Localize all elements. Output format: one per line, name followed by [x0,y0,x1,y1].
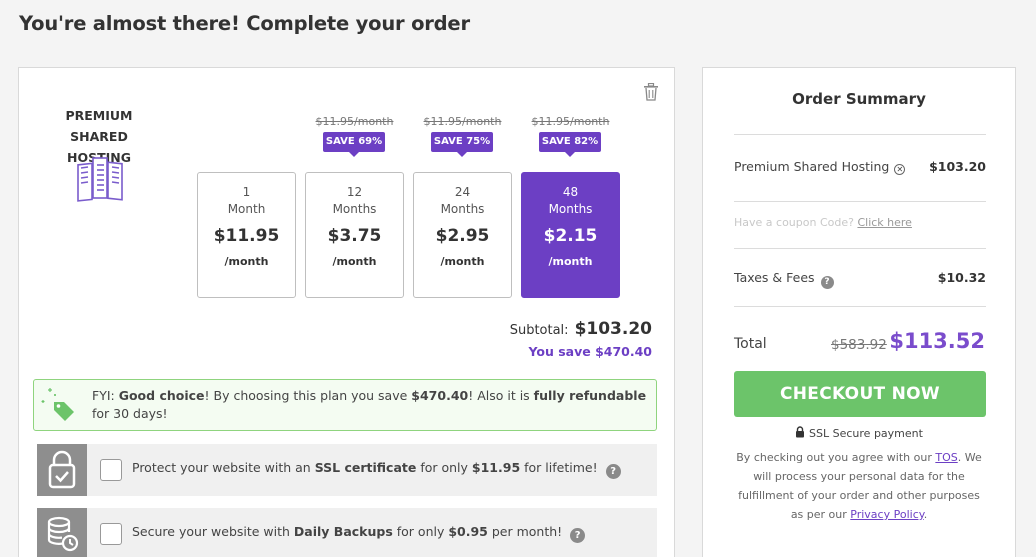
save-badge-12: SAVE 69% [323,132,385,157]
page-title: You're almost there! Complete your order [19,12,470,35]
upsell-backups: Secure your website with Daily Backups f… [37,508,657,557]
total-value: $113.52 [889,329,985,353]
coupon-link[interactable]: Click here [857,216,912,229]
term-unit: Month [227,202,266,216]
upsell-text-bold: SSL certificate [314,460,417,475]
term-unit: Months [332,202,377,216]
fyi-text-part: ! By choosing this plan you save [204,388,412,403]
fyi-text-part: ! Also it is [468,388,534,403]
upsell-ssl-text: Protect your website with an SSL certifi… [132,460,621,479]
subtotal-label: Subtotal: [509,323,569,338]
help-icon[interactable]: ? [820,276,834,289]
legal-text: By checking out you agree with our TOS. … [731,448,987,524]
coupon-text: Have a coupon Code? [734,216,854,229]
trash-icon[interactable] [643,83,659,101]
backups-checkbox[interactable] [100,523,122,545]
taxes-value: $10.32 [937,270,986,285]
you-save: You save $470.40 [528,344,652,359]
save-badge-48: SAVE 82% [539,132,601,157]
upsell-text-part: for only [392,524,449,539]
term-option-24-months[interactable]: 24 Months $2.95 /month [413,172,512,298]
divider [734,201,986,202]
plan-card: PREMIUM SHARED HOSTING $11.95/month $11.… [18,67,675,557]
term-per: /month [332,255,377,268]
term-per: /month [440,255,485,268]
upsell-text-part: per month! [487,524,563,539]
fyi-text-bold: Good choice [118,388,205,403]
term-per: /month [548,255,593,268]
tos-link[interactable]: TOS [935,451,957,464]
summary-item-value: $103.20 [929,159,986,174]
fyi-banner: FYI: Good choice! By choosing this plan … [33,379,657,431]
term-unit: Months [548,202,593,216]
term-length: 48 [562,185,579,199]
upsell-text-part: for only [416,460,472,475]
term-price: $3.75 [327,226,382,246]
upsell-text-part: for lifetime! [520,460,598,475]
term-length: 12 [346,185,363,199]
upsell-backups-text: Secure your website with Daily Backups f… [132,524,586,543]
subtotal: Subtotal: $103.20 [510,319,652,339]
fyi-text-bold: $470.40 [411,388,469,403]
upsell-ssl: Protect your website with an SSL certifi… [37,444,657,496]
help-icon[interactable]: ? [605,464,621,479]
ssl-label: SSL Secure payment [809,427,923,440]
subtotal-value: $103.20 [574,319,652,339]
price-tag-icon [41,388,74,421]
fyi-text-part: FYI: [92,388,119,403]
term-price: $11.95 [213,226,280,246]
original-price-12: $11.95/month [315,115,394,128]
taxes-label: Taxes & Fees [734,270,815,285]
term-price: $2.95 [435,226,490,246]
order-summary: Order Summary Premium Shared Hosting ✕ $1… [702,67,1016,557]
checkout-button[interactable]: CHECKOUT NOW [734,371,986,417]
divider [734,134,986,135]
taxes-row: Taxes & Fees? $10.32 [734,270,986,289]
ssl-secure: SSL Secure payment [703,426,1015,440]
fyi-text: FYI: Good choice! By choosing this plan … [92,387,648,423]
fyi-text-part: for 30 days! [92,406,168,421]
total-label: Total [734,336,767,352]
divider [734,248,986,249]
legal-text-part: . [923,508,928,521]
remove-item-icon[interactable]: ✕ [894,164,906,175]
total-original: $583.92 [831,337,887,353]
upsell-ssl-icon-box [37,444,87,496]
original-price-24: $11.95/month [423,115,502,128]
privacy-policy-link[interactable]: Privacy Policy [850,508,923,521]
padlock-check-icon [48,450,76,489]
term-option-48-months[interactable]: 48 Months $2.15 /month [521,172,620,298]
divider [734,306,986,307]
legal-text-part: By checking out you agree with our [736,451,936,464]
upsell-text-part: Secure your website with [132,524,294,539]
lock-icon [796,426,805,438]
help-icon[interactable]: ? [570,528,586,543]
original-price-48: $11.95/month [531,115,610,128]
term-length: 1 [242,185,251,199]
upsell-text-bold: $11.95 [471,460,521,475]
term-per: /month [224,255,269,268]
term-length: 24 [454,185,471,199]
upsell-text-bold: $0.95 [448,524,488,539]
upsell-text-bold: Daily Backups [293,524,393,539]
save-badge-24: SAVE 75% [431,132,493,157]
term-option-1-month[interactable]: 1 Month $11.95 /month [197,172,296,298]
coupon-prompt: Have a coupon Code? Click here [734,216,912,229]
database-restore-icon [47,516,79,552]
summary-item-row: Premium Shared Hosting ✕ $103.20 [734,159,986,175]
upsell-text-part: Protect your website with an [132,460,315,475]
fyi-text-bold: fully refundable [533,388,647,403]
order-summary-title: Order Summary [792,90,926,108]
summary-item-label: Premium Shared Hosting [734,159,890,174]
term-price: $2.15 [543,226,598,246]
ssl-checkbox[interactable] [100,459,122,481]
server-icon [77,157,123,202]
term-unit: Months [440,202,485,216]
term-option-12-months[interactable]: 12 Months $3.75 /month [305,172,404,298]
upsell-backups-icon-box [37,508,87,557]
